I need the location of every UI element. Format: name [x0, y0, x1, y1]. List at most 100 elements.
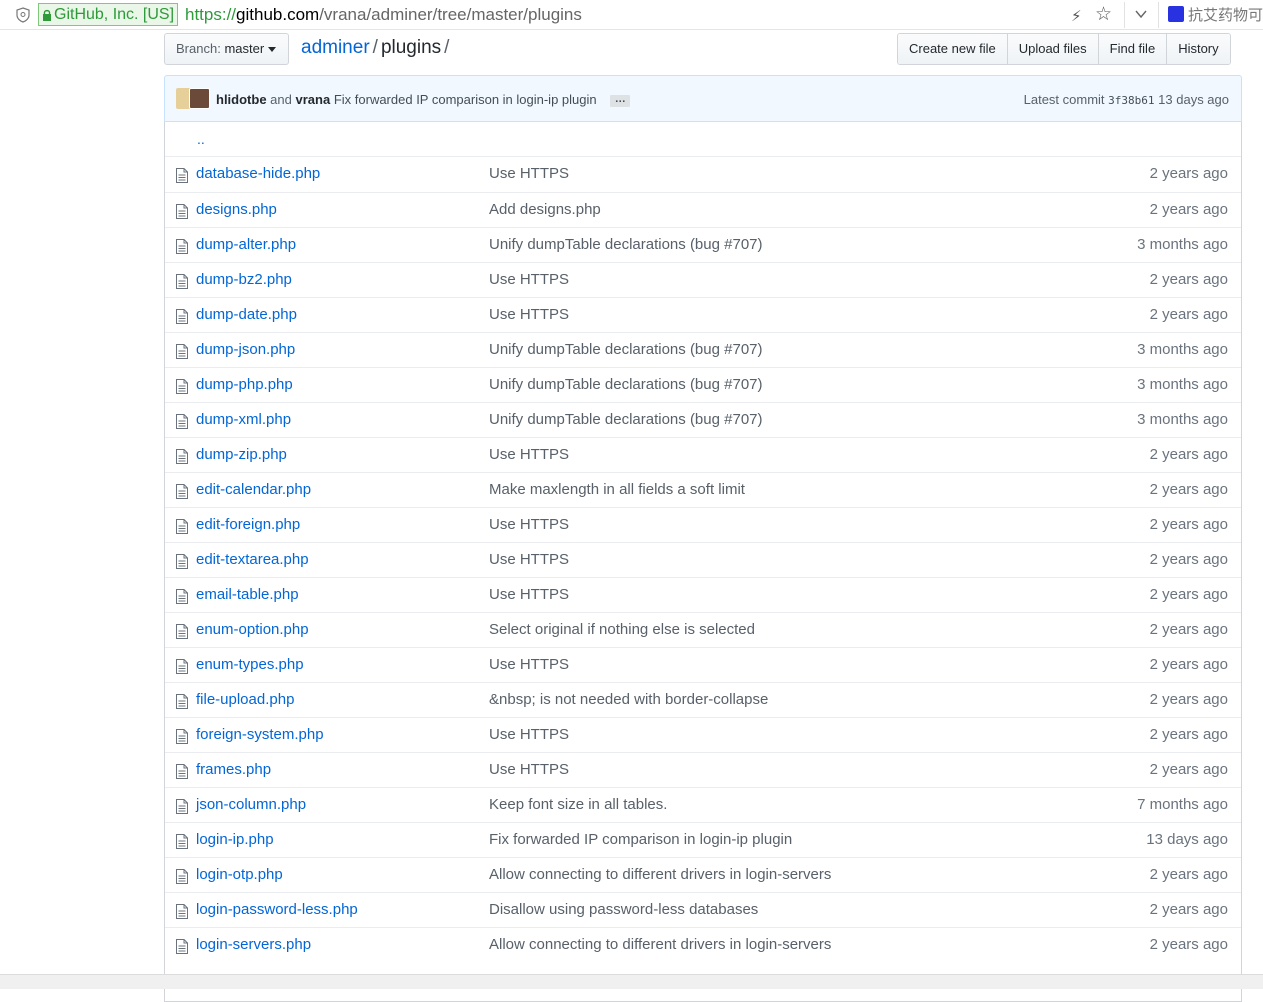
file-commit-message-link[interactable]: Keep font size in all tables. [489, 796, 667, 813]
file-icon [176, 239, 188, 254]
file-commit-message-link[interactable]: Add designs.php [489, 201, 601, 218]
file-name-link[interactable]: dump-alter.php [196, 236, 296, 253]
chevron-down-icon[interactable] [1133, 6, 1149, 22]
lock-icon [43, 9, 51, 21]
file-icon [176, 659, 188, 674]
toolbar-divider [1158, 2, 1159, 28]
file-commit-message-link[interactable]: Use HTTPS [489, 165, 569, 182]
file-icon [176, 519, 188, 534]
file-name-link[interactable]: frames.php [196, 761, 271, 778]
file-icon [176, 168, 188, 183]
search-hint-text[interactable]: 抗艾药物可 [1188, 4, 1263, 25]
expand-commit-button[interactable]: … [610, 93, 631, 107]
file-commit-message-link[interactable]: Use HTTPS [489, 271, 569, 288]
file-name-link[interactable]: dump-zip.php [196, 446, 287, 463]
branch-select-button[interactable]: Branch: master [164, 33, 289, 65]
file-commit-message-link[interactable]: Disallow using password-less databases [489, 901, 758, 918]
history-button[interactable]: History [1166, 34, 1230, 64]
file-commit-age: 13 days ago [1146, 831, 1228, 848]
file-name-link[interactable]: database-hide.php [196, 165, 320, 182]
file-name-link[interactable]: edit-textarea.php [196, 551, 309, 568]
file-commit-age: 2 years ago [1149, 936, 1228, 953]
file-name-link[interactable]: enum-option.php [196, 621, 309, 638]
file-commit-age: 2 years ago [1149, 761, 1228, 778]
file-name-link[interactable]: edit-foreign.php [196, 516, 300, 533]
certificate-badge[interactable]: GitHub, Inc. [US] [38, 3, 179, 26]
file-name-link[interactable]: login-ip.php [196, 831, 274, 848]
file-commit-message-link[interactable]: Allow connecting to different drivers in… [489, 936, 831, 953]
upload-files-button[interactable]: Upload files [1006, 34, 1098, 64]
file-commit-message-link[interactable]: Unify dumpTable declarations (bug #707) [489, 411, 763, 428]
file-commit-age: 3 months ago [1137, 376, 1228, 393]
file-name-link[interactable]: enum-types.php [196, 656, 304, 673]
search-engine-icon[interactable] [1168, 6, 1184, 22]
commit-message-link[interactable]: Fix forwarded IP comparison in login-ip … [334, 92, 597, 107]
file-name-link[interactable]: dump-json.php [196, 341, 295, 358]
file-list: .. database-hide.php Use HTTPS 2 years ago… [164, 122, 1242, 1002]
breadcrumb-repo-link[interactable]: adminer [301, 37, 370, 58]
file-commit-message-link[interactable]: Allow connecting to different drivers in… [489, 866, 831, 883]
table-row: login-password-less.php Disallow using pa… [165, 892, 1241, 927]
commit-and-text: and [270, 92, 292, 107]
file-commit-message-link[interactable]: Make maxlength in all fields a soft limi… [489, 481, 745, 498]
file-icon [176, 414, 188, 429]
file-commit-message-link[interactable]: Unify dumpTable declarations (bug #707) [489, 341, 763, 358]
table-row: dump-date.php Use HTTPS 2 years ago [165, 297, 1241, 332]
create-new-file-button[interactable]: Create new file [898, 34, 1007, 64]
file-name-link[interactable]: dump-php.php [196, 376, 293, 393]
file-commit-age: 2 years ago [1149, 271, 1228, 288]
url-field[interactable]: https://github.com/vrana/adminer/tree/ma… [185, 4, 582, 26]
file-name-link[interactable]: login-otp.php [196, 866, 283, 883]
file-commit-message-link[interactable]: Use HTTPS [489, 586, 569, 603]
commit-avatars[interactable] [176, 88, 210, 109]
commit-committer-link[interactable]: vrana [296, 92, 331, 107]
find-file-button[interactable]: Find file [1097, 34, 1167, 64]
file-commit-message-link[interactable]: Use HTTPS [489, 551, 569, 568]
file-name-link[interactable]: login-servers.php [196, 936, 311, 953]
file-name-link[interactable]: login-password-less.php [196, 901, 358, 918]
file-name-link[interactable]: dump-xml.php [196, 411, 291, 428]
file-commit-message-link[interactable]: Use HTTPS [489, 446, 569, 463]
table-row: edit-foreign.php Use HTTPS 2 years ago [165, 507, 1241, 542]
file-name-link[interactable]: file-upload.php [196, 691, 294, 708]
file-commit-message-link[interactable]: Unify dumpTable declarations (bug #707) [489, 236, 763, 253]
file-commit-age: 3 months ago [1137, 341, 1228, 358]
file-commit-message-link[interactable]: Use HTTPS [489, 761, 569, 778]
file-name-link[interactable]: json-column.php [196, 796, 306, 813]
file-commit-message-link[interactable]: Select original if nothing else is selec… [489, 621, 755, 638]
file-icon [176, 834, 188, 849]
file-name-link[interactable]: edit-calendar.php [196, 481, 311, 498]
file-commit-message-link[interactable]: Unify dumpTable declarations (bug #707) [489, 376, 763, 393]
shield-icon[interactable] [16, 7, 30, 23]
star-icon[interactable]: ☆ [1095, 3, 1112, 26]
file-name-link[interactable]: email-table.php [196, 586, 299, 603]
commit-sha-link[interactable]: 3f38b61 [1108, 94, 1154, 107]
file-icon [176, 799, 188, 814]
table-row: email-table.php Use HTTPS 2 years ago [165, 577, 1241, 612]
file-icon [176, 624, 188, 639]
file-commit-message-link[interactable]: &nbsp; is not needed with border-collaps… [489, 691, 768, 708]
commit-author-link[interactable]: hlidotbe [216, 92, 267, 107]
file-commit-message-link[interactable]: Use HTTPS [489, 516, 569, 533]
file-commit-message-link[interactable]: Fix forwarded IP comparison in login-ip … [489, 831, 792, 848]
file-icon [176, 694, 188, 709]
parent-directory-link[interactable]: .. [197, 131, 205, 147]
file-icon [176, 939, 188, 954]
avatar[interactable] [189, 88, 210, 109]
file-name-link[interactable]: dump-date.php [196, 306, 297, 323]
table-row: login-ip.php Fix forwarded IP comparison … [165, 822, 1241, 857]
table-row: database-hide.php Use HTTPS 2 years ago [165, 157, 1241, 192]
lightning-icon[interactable]: ⚡ [1071, 7, 1082, 25]
file-commit-message-link[interactable]: Use HTTPS [489, 726, 569, 743]
file-name-link[interactable]: designs.php [196, 201, 277, 218]
caret-down-icon [268, 47, 277, 53]
table-row: enum-option.php Select original if nothin… [165, 612, 1241, 647]
file-commit-message-link[interactable]: Use HTTPS [489, 306, 569, 323]
file-name-link[interactable]: dump-bz2.php [196, 271, 292, 288]
file-icon [176, 904, 188, 919]
commit-summary: hlidotbe and vrana Fix forwarded IP comp… [216, 91, 631, 108]
file-commit-age: 2 years ago [1149, 481, 1228, 498]
file-commit-message-link[interactable]: Use HTTPS [489, 656, 569, 673]
table-row: dump-bz2.php Use HTTPS 2 years ago [165, 262, 1241, 297]
file-name-link[interactable]: foreign-system.php [196, 726, 324, 743]
